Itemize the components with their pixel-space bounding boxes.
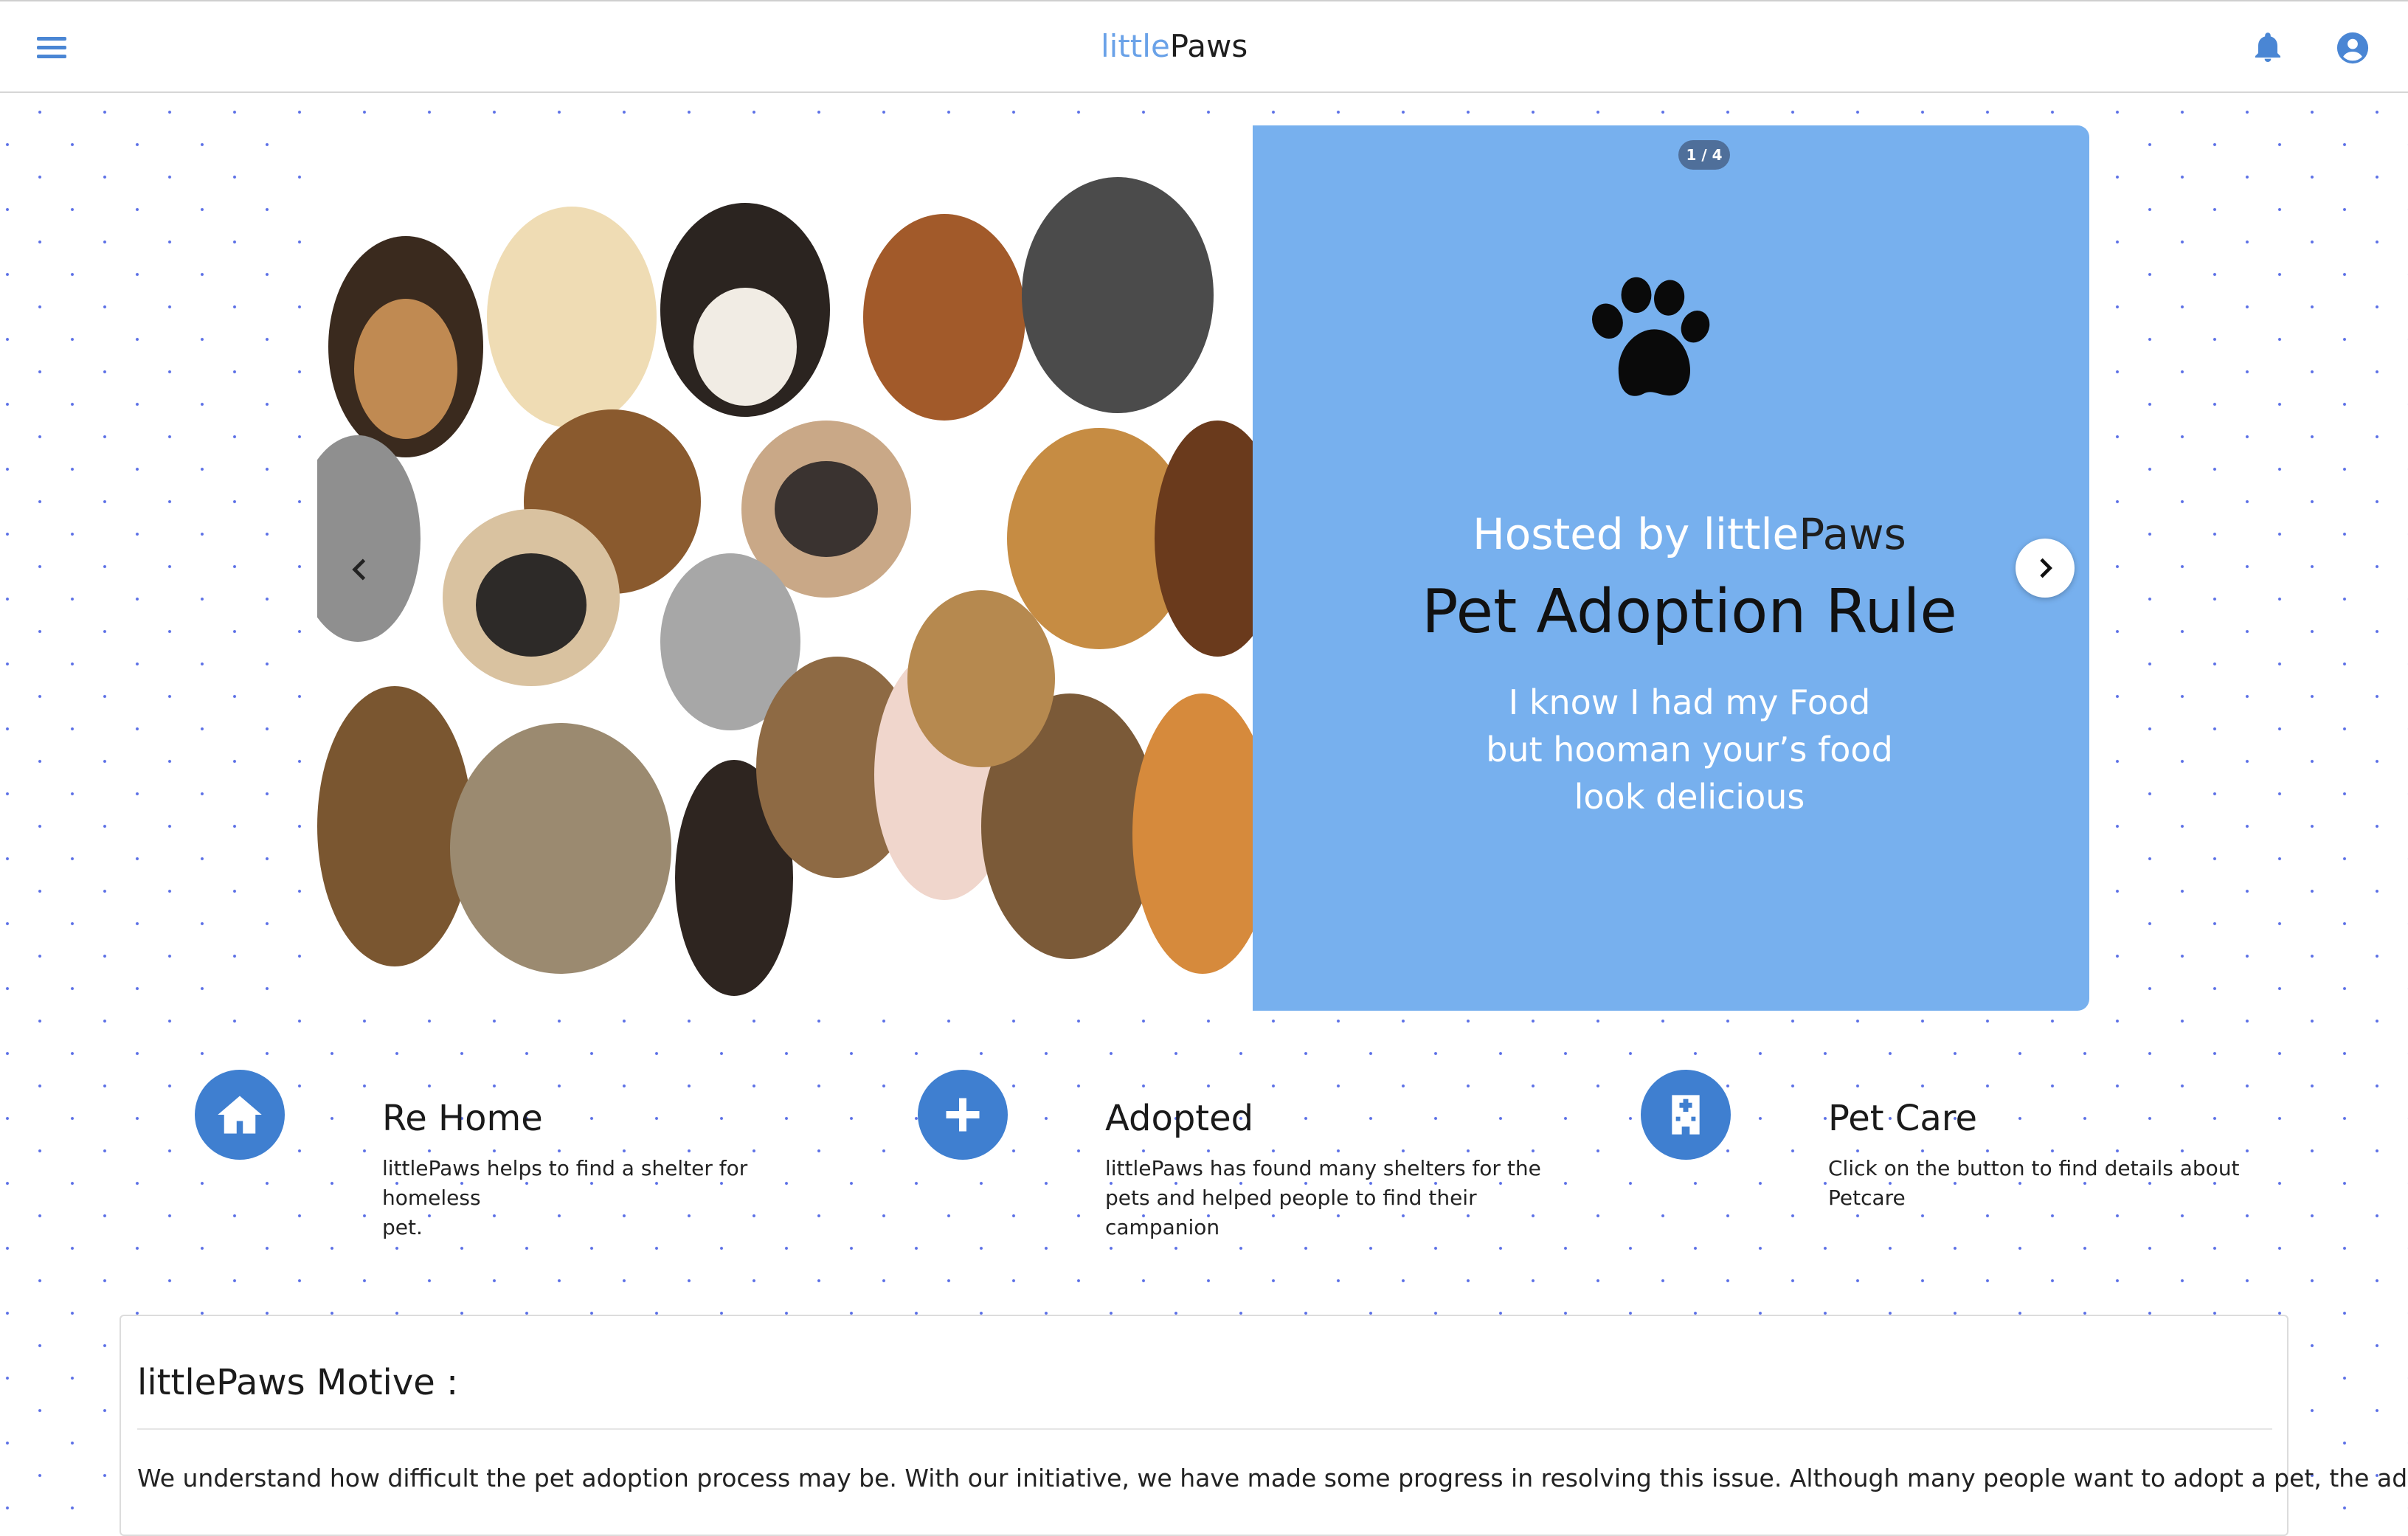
hamburger-menu-icon[interactable] [37,35,68,60]
user-circle-icon[interactable] [2336,31,2371,66]
motive-text: We understand how difficult the pet adop… [137,1464,2408,1492]
feature-desc-line: pet. [382,1215,423,1239]
home-icon-button[interactable] [195,1070,285,1160]
motive-title: littlePaws Motive : [137,1362,459,1403]
feature-desc-adopted: littlePaws has found many shelters for t… [1105,1154,1548,1242]
feature-desc-line: Click on the button to find details abou… [1828,1156,2240,1180]
plus-icon-button[interactable] [918,1070,1008,1160]
pets-illustration [317,177,1254,996]
slide-card: Hosted by littlePaws Pet Adoption Rule I… [1253,125,2089,1011]
feature-title-rehome: Re Home [382,1098,543,1139]
feature-desc-line: littlePaws has found many shelters for t… [1105,1156,1541,1180]
hosted-prefix: Hosted by little [1473,509,1799,559]
next-slide-button[interactable] [2016,539,2075,598]
top-app-bar: littlePaws [0,0,2408,93]
slide-text-line: I know I had my Food [1508,682,1871,722]
feature-title-petcare: Pet Care [1828,1098,1977,1139]
feature-desc-rehome: littlePaws helps to find a shelter for h… [382,1154,825,1242]
brand-light-text: little [1101,28,1170,64]
feature-desc-line: littlePaws helps to find a shelter for h… [382,1156,748,1210]
brand-dark-text: Paws [1169,28,1248,64]
feature-title-adopted: Adopted [1105,1098,1254,1139]
divider [137,1428,2272,1430]
bell-icon[interactable] [2250,30,2286,65]
feature-desc-line: campanion [1105,1215,1220,1239]
slide-text-line: look delicious [1574,777,1805,817]
chevron-left-icon[interactable] [344,553,376,586]
hero-carousel: Hosted by littlePaws Pet Adoption Rule I… [317,125,2089,1011]
chevron-right-icon [2040,558,2052,578]
pets-group-photo [317,125,1254,1011]
hospital-icon-button[interactable] [1641,1070,1731,1160]
slide-counter-badge: 1 / 4 [1678,140,1730,170]
hosted-by-line: Hosted by littlePaws [1253,509,2126,559]
feature-desc-petcare: Click on the button to find details abou… [1828,1154,2271,1213]
slide-text-line: but hooman your’s food [1486,730,1893,769]
hosted-brand: Paws [1799,509,1906,559]
slide-title: Pet Adoption Rule [1422,577,1957,647]
plus-icon [946,1098,980,1132]
feature-desc-line: pets and helped people to find their [1105,1186,1477,1210]
hospital-icon [1672,1095,1700,1135]
paw-icon [1577,273,1715,413]
brand-logo[interactable]: littlePaws [1101,28,1248,64]
slide-text: I know I had my Food but hooman your’s f… [1459,679,1920,820]
home-icon [218,1096,262,1134]
feature-desc-line: Petcare [1828,1186,1906,1210]
motive-card: littlePaws Motive : We understand how di… [120,1315,2408,1536]
